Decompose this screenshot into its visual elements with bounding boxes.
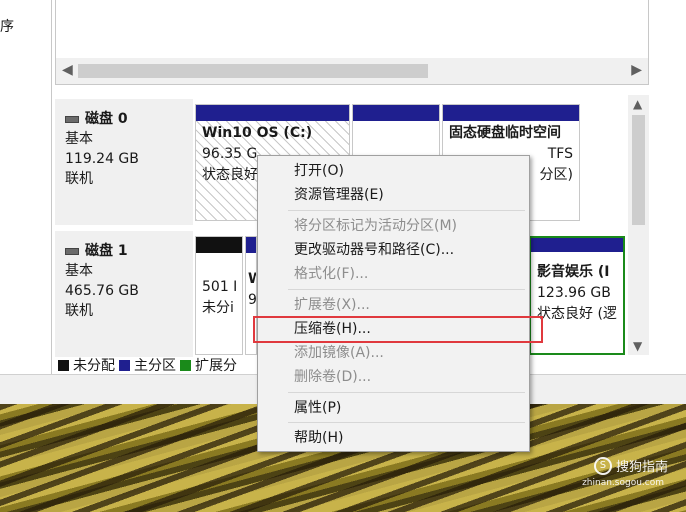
legend-swatch-primary xyxy=(119,359,130,371)
horizontal-scrollbar[interactable]: ◀ ▶ xyxy=(56,58,648,84)
menu-item-format[interactable]: 格式化(F)... xyxy=(294,263,368,285)
watermark-text: 搜狗指南 xyxy=(615,460,668,475)
legend-swatch-extended xyxy=(180,359,191,371)
legend-primary: 主分区 xyxy=(134,358,176,374)
partition-bar xyxy=(353,105,439,121)
context-menu: 打开(O) 资源管理器(E) 将分区标记为活动分区(M) 更改驱动器号和路径(C… xyxy=(257,155,530,452)
menu-item-mark-active[interactable]: 将分区标记为活动分区(M) xyxy=(294,215,457,237)
disk-0-status: 联机 xyxy=(65,171,93,187)
scroll-down-icon[interactable]: ▼ xyxy=(633,339,642,353)
disk-1-info[interactable]: 磁盘 1 基本 465.76 GB 联机 xyxy=(55,231,193,357)
menu-item-open[interactable]: 打开(O) xyxy=(294,160,344,182)
watermark-url: zhinan.sogou.com xyxy=(582,478,664,488)
vertical-scroll-thumb[interactable] xyxy=(632,115,645,225)
disk-1-type: 基本 xyxy=(65,263,93,279)
menu-separator xyxy=(288,392,525,393)
partition-media[interactable]: 影音娱乐 (I 123.96 GB 状态良好 (逻 xyxy=(529,236,625,355)
disk-icon xyxy=(65,247,79,255)
legend-unallocated: 未分配 xyxy=(73,358,115,374)
disk-0-type: 基本 xyxy=(65,131,93,147)
unallocated-size: 501 I xyxy=(202,279,238,295)
disk-1-size: 465.76 GB xyxy=(65,283,139,299)
menu-item-change-drive-letter[interactable]: 更改驱动器号和路径(C)... xyxy=(294,239,454,261)
disk-0-name: 磁盘 0 xyxy=(85,111,128,127)
left-tree-pane: 序 xyxy=(0,0,52,374)
partition-bar xyxy=(443,105,579,121)
partition-w-title: W xyxy=(248,271,256,287)
partition-bar xyxy=(246,237,256,253)
menu-item-delete-volume[interactable]: 删除卷(D)... xyxy=(294,366,371,388)
watermark: S 搜狗指南 xyxy=(593,456,668,475)
partition-bar xyxy=(531,238,623,252)
menu-separator xyxy=(288,422,525,423)
partition-temp-title: 固态硬盘临时空间 xyxy=(449,125,561,141)
partition-w-size: 9 xyxy=(248,292,256,308)
partition-unallocated[interactable]: 501 I 未分i xyxy=(195,236,243,355)
menu-item-add-mirror[interactable]: 添加镜像(A)... xyxy=(294,342,384,364)
disk-0-info[interactable]: 磁盘 0 基本 119.24 GB 联机 xyxy=(55,99,193,225)
menu-item-properties[interactable]: 属性(P) xyxy=(294,397,341,419)
menu-item-explorer[interactable]: 资源管理器(E) xyxy=(294,184,384,206)
scroll-left-icon[interactable]: ◀ xyxy=(62,62,73,78)
menu-separator xyxy=(288,210,525,211)
disk-1-status: 联机 xyxy=(65,303,93,319)
menu-separator xyxy=(288,289,525,290)
menu-item-extend-volume[interactable]: 扩展卷(X)... xyxy=(294,294,370,316)
partition-media-status: 状态良好 (逻 xyxy=(537,306,617,322)
partition-bar xyxy=(196,105,349,121)
sogou-logo-icon: S xyxy=(593,456,612,475)
partition-bar xyxy=(196,237,242,253)
unallocated-label: 未分i xyxy=(202,300,234,316)
scroll-up-icon[interactable]: ▲ xyxy=(633,97,642,111)
disk-1-name: 磁盘 1 xyxy=(85,243,128,259)
scroll-right-icon[interactable]: ▶ xyxy=(631,62,642,78)
partition-media-size: 123.96 GB xyxy=(537,285,611,301)
disk-icon xyxy=(65,115,79,123)
tree-label: 序 xyxy=(0,19,14,35)
menu-item-help[interactable]: 帮助(H) xyxy=(294,427,343,449)
volume-list[interactable]: ◀ ▶ xyxy=(55,0,649,85)
vertical-scrollbar[interactable]: ▲ ▼ xyxy=(628,95,649,355)
legend-swatch-unallocated xyxy=(58,359,69,371)
highlight-annotation xyxy=(253,316,543,343)
partition-c-title: Win10 OS (C:) xyxy=(202,125,313,141)
horizontal-scroll-thumb[interactable] xyxy=(78,64,428,78)
partition-media-title: 影音娱乐 (I xyxy=(537,264,610,280)
disk-0-size: 119.24 GB xyxy=(65,151,139,167)
partition-legend: 未分配 主分区 扩展分 xyxy=(58,356,237,374)
legend-extended: 扩展分 xyxy=(195,358,237,374)
